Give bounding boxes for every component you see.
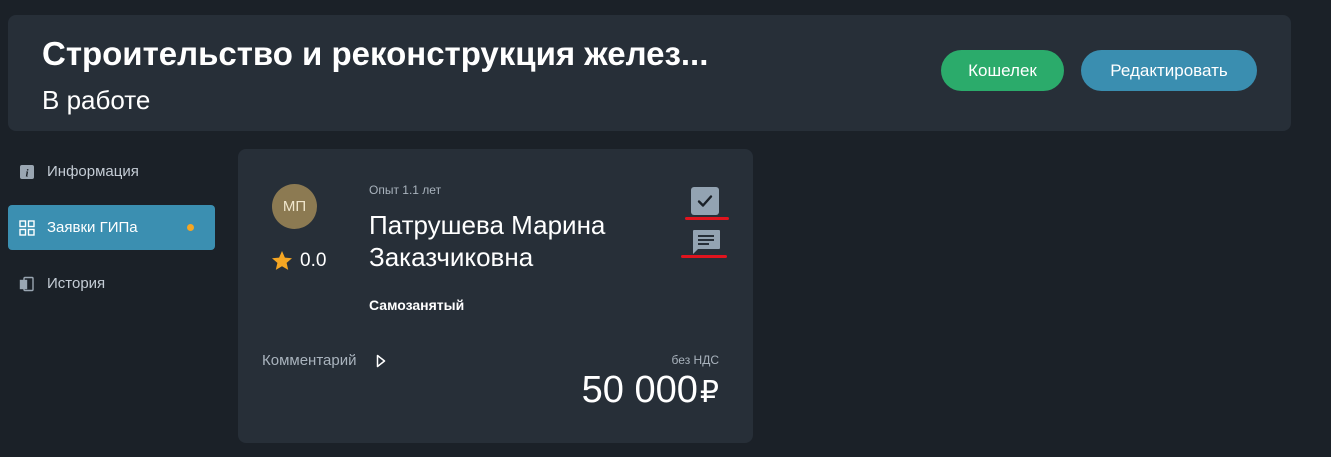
rating: 0.0 [270, 249, 326, 273]
currency-symbol: ₽ [699, 376, 719, 409]
vat-label: без НДС [671, 353, 719, 367]
comment-icon [693, 230, 720, 254]
comment-label: Комментарий [262, 352, 357, 369]
info-icon: i [19, 164, 35, 180]
check-icon [697, 195, 713, 207]
sidebar-item-label: История [47, 275, 106, 292]
experience: Опыт 1.1 лет [369, 183, 442, 197]
highlight-underline [685, 217, 729, 220]
notification-dot [187, 224, 194, 231]
rating-value: 0.0 [300, 250, 327, 271]
star-icon [272, 251, 292, 270]
project-header: Строительство и реконструкция желез... В… [8, 15, 1291, 131]
tax-status: Самозанятый [369, 297, 465, 313]
comment-toggle[interactable]: Комментарий [262, 352, 386, 369]
edit-button[interactable]: Редактировать [1081, 50, 1257, 91]
sidebar-item-requests[interactable]: Заявки ГИПа [8, 205, 215, 250]
wallet-button[interactable]: Кошелек [941, 50, 1064, 91]
approve-checkbox[interactable] [691, 187, 719, 215]
project-title: Строительство и реконструкция желез... [42, 35, 709, 72]
triangle-right-icon [377, 354, 386, 367]
application-card: МП 0.0 Опыт 1.1 лет Патрушева Марина Зак… [238, 149, 753, 443]
sidebar-item-label: Заявки ГИПа [47, 219, 138, 236]
history-icon [19, 276, 35, 292]
project-status: В работе [42, 85, 151, 115]
sidebar-item-info[interactable]: i Информация [8, 149, 215, 194]
highlight-underline [681, 255, 727, 258]
price: 50 000₽ [582, 369, 719, 412]
avatar: МП [272, 184, 317, 229]
contractor-name: Патрушева Марина Заказчиковна [369, 210, 606, 272]
sidebar-item-history[interactable]: История [8, 261, 215, 306]
grid-icon [19, 219, 35, 236]
sidebar-item-label: Информация [47, 163, 139, 180]
price-value: 50 000 [581, 369, 698, 411]
